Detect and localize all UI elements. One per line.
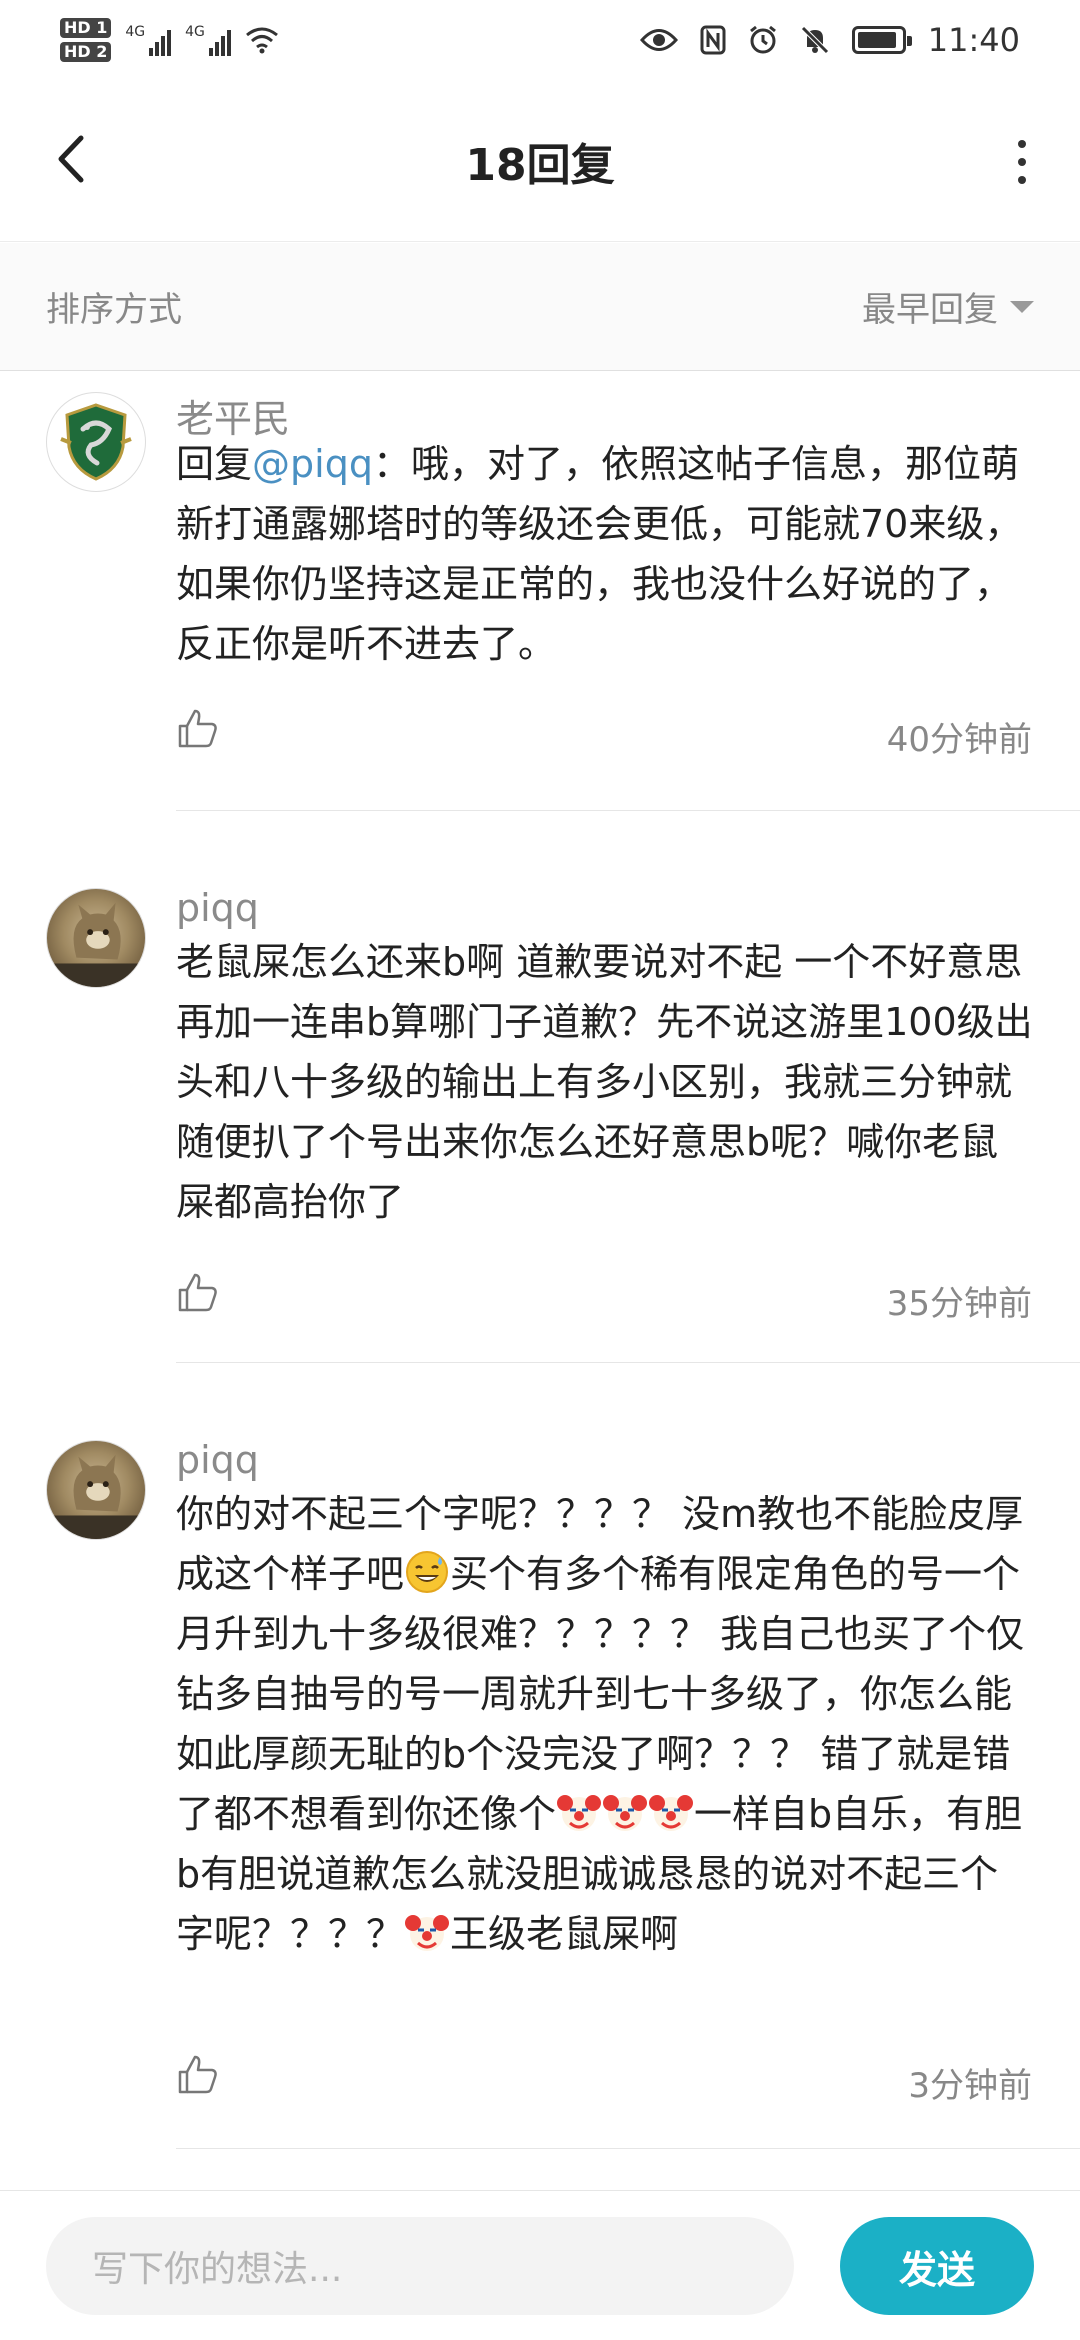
signal-2-icon: 4G (185, 24, 231, 56)
comment-text: 老鼠屎怎么还来b啊 道歉要说对不起 一个不好意思再加一连串b算哪门子道歉？先不说… (176, 940, 1033, 1224)
send-button[interactable]: 发送 (840, 2217, 1034, 2315)
reply-prefix: 回复 (176, 442, 253, 486)
comment-author[interactable]: piqq (176, 886, 259, 930)
clown-emoji (557, 1795, 602, 1831)
slytherin-crest-avatar (60, 403, 132, 481)
comment-text: 王级老鼠屎啊 (450, 1912, 679, 1956)
alarm-icon (749, 25, 776, 54)
network-type-1: 4G (125, 24, 146, 40)
comment-input[interactable]: 写下你的想法... (46, 2217, 794, 2315)
signal-1-icon: 4G (125, 24, 172, 56)
app-header: 18回复 (0, 80, 1080, 242)
divider (176, 1362, 1080, 1363)
comment-time: 3分钟前 (908, 2066, 1032, 2106)
status-bar: HD 1 HD 2 4G 4G 11:40 (0, 0, 1080, 80)
thumbs-up-icon[interactable] (176, 1270, 220, 1314)
avatar[interactable] (46, 1440, 146, 1540)
cat-avatar (47, 902, 145, 987)
comment-time: 35分钟前 (886, 1284, 1032, 1324)
comment-item: 老平民 回复@piqq：哦，对了，依照这帖子信息，那位萌新打通露娜塔时的等级还会… (0, 372, 1080, 812)
eye-icon (639, 29, 678, 51)
wifi-icon (245, 27, 278, 54)
dropdown-triangle-icon (1010, 300, 1034, 313)
status-time: 11:40 (927, 21, 1020, 59)
composer-bar: 写下你的想法... 发送 (0, 2190, 1080, 2340)
thumbs-up-icon[interactable] (176, 706, 220, 750)
divider (176, 2148, 1080, 2149)
back-button[interactable] (40, 124, 100, 194)
mention-link[interactable]: @piqq (252, 442, 373, 486)
avatar[interactable] (46, 392, 146, 492)
comment-body: 回复@piqq：哦，对了，依照这帖子信息，那位萌新打通露娜塔时的等级还会更低，可… (176, 434, 1036, 674)
thumbs-up-icon[interactable] (176, 2052, 220, 2096)
avatar[interactable] (46, 888, 146, 988)
comment-time: 40分钟前 (886, 720, 1032, 760)
sweat-smile-emoji (406, 1551, 449, 1593)
battery-icon (851, 26, 912, 54)
more-options-button[interactable] (1012, 132, 1032, 192)
comment-body: 你的对不起三个字呢？？？？ 没m教也不能脸皮厚成这个样子吧 买个有多个稀有限定角色… (176, 1484, 1036, 1964)
sort-value: 最早回复 (862, 290, 998, 330)
network-type-2: 4G (185, 24, 205, 40)
back-arrow-icon (58, 135, 84, 183)
comment-author[interactable]: piqq (176, 1438, 259, 1482)
comment-item: piqq 老鼠屎怎么还来b啊 道歉要说对不起 一个不好意思再加一连串b算哪门子道… (0, 880, 1080, 1363)
more-vertical-icon (1018, 140, 1026, 148)
hd1-badge: HD 1 (60, 18, 112, 38)
sort-label: 排序方式 (46, 290, 182, 330)
sort-bar: 排序方式 最早回复 (0, 243, 1080, 371)
clown-emoji (405, 1915, 450, 1951)
clown-emoji (603, 1795, 648, 1831)
comment-item: piqq 你的对不起三个字呢？？？？ 没m教也不能脸皮厚成这个样子吧 买个有多个稀… (0, 1432, 1080, 2152)
cat-avatar (47, 1454, 145, 1539)
clown-emoji (649, 1795, 694, 1831)
status-left: HD 1 HD 2 4G 4G (60, 18, 279, 62)
divider (176, 810, 1080, 811)
bell-off-icon (801, 26, 829, 54)
page-title: 18回复 (465, 139, 615, 191)
nfc-icon (700, 25, 726, 55)
status-right: 11:40 (639, 21, 1020, 59)
sort-dropdown[interactable]: 最早回复 (862, 282, 1034, 331)
hd-indicators: HD 1 HD 2 (60, 18, 112, 62)
battery-level (857, 32, 896, 48)
hd2-badge: HD 2 (60, 42, 112, 62)
